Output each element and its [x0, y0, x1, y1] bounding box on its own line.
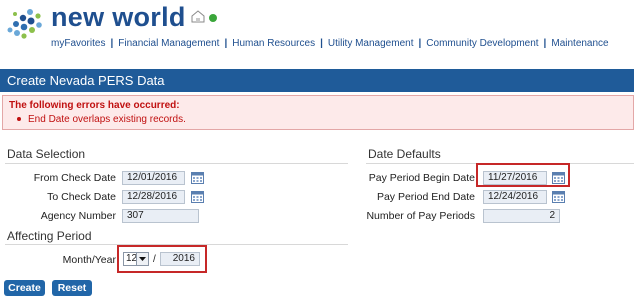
- brand-name: new world: [51, 2, 186, 32]
- nav-human-resources[interactable]: Human Resources: [232, 38, 315, 49]
- pay-period-begin-label: Pay Period Begin Date: [368, 172, 475, 184]
- error-message-text: End Date overlaps existing records.: [28, 114, 186, 125]
- month-select[interactable]: 12: [123, 252, 149, 266]
- nav-community-development[interactable]: Community Development: [426, 38, 538, 49]
- agency-number-field[interactable]: 307: [122, 209, 199, 223]
- nav-maintenance[interactable]: Maintenance: [551, 38, 608, 49]
- from-check-date-field[interactable]: 12/01/2016: [122, 171, 185, 185]
- error-heading: The following errors have occurred:: [9, 100, 180, 111]
- section-date-defaults: Date Defaults: [368, 147, 441, 161]
- month-year-label: Month/Year: [62, 254, 116, 266]
- num-pay-periods-field[interactable]: 2: [483, 209, 560, 223]
- nav-myfavorites[interactable]: myFavorites: [51, 38, 105, 49]
- reset-button[interactable]: Reset: [52, 280, 92, 296]
- nav-separator: |: [320, 38, 323, 49]
- error-message: End Date overlaps existing records.: [17, 114, 186, 125]
- calendar-icon[interactable]: [552, 191, 565, 203]
- pay-period-end-label: Pay Period End Date: [376, 191, 475, 203]
- calendar-icon[interactable]: [552, 172, 565, 184]
- section-affecting-period: Affecting Period: [7, 229, 92, 243]
- month-year-separator: /: [153, 254, 156, 265]
- year-field[interactable]: 2016: [160, 252, 200, 266]
- num-pay-periods-label: Number of Pay Periods: [366, 210, 475, 222]
- status-online-icon: [209, 14, 217, 22]
- section-data-selection: Data Selection: [7, 147, 86, 161]
- agency-number-label: Agency Number: [40, 210, 116, 222]
- from-check-date-label: From Check Date: [33, 172, 116, 184]
- main-nav: myFavorites | Financial Management | Human R…: [51, 38, 609, 49]
- error-panel: The following errors have occurred: End …: [2, 95, 634, 130]
- nav-separator: |: [543, 38, 547, 49]
- pay-period-end-field[interactable]: 12/24/2016: [483, 190, 547, 204]
- divider: [5, 163, 348, 164]
- page-title: Create Nevada PERS Data: [0, 69, 634, 92]
- nav-financial-management[interactable]: Financial Management: [118, 38, 219, 49]
- to-check-date-field[interactable]: 12/28/2016: [122, 190, 185, 204]
- chevron-down-icon[interactable]: [136, 253, 148, 265]
- to-check-date-label: To Check Date: [47, 191, 116, 203]
- calendar-icon[interactable]: [191, 172, 204, 184]
- home-icon[interactable]: [190, 9, 206, 23]
- pay-period-begin-field[interactable]: 11/27/2016: [483, 171, 547, 185]
- logo-icon: [7, 9, 42, 39]
- nav-separator: |: [418, 38, 422, 49]
- nav-separator: |: [110, 38, 114, 49]
- nav-separator: |: [224, 38, 228, 49]
- nav-utility-management[interactable]: Utility Management: [328, 38, 414, 49]
- create-button[interactable]: Create: [4, 280, 45, 296]
- calendar-icon[interactable]: [191, 191, 204, 203]
- bullet-icon: [17, 117, 21, 122]
